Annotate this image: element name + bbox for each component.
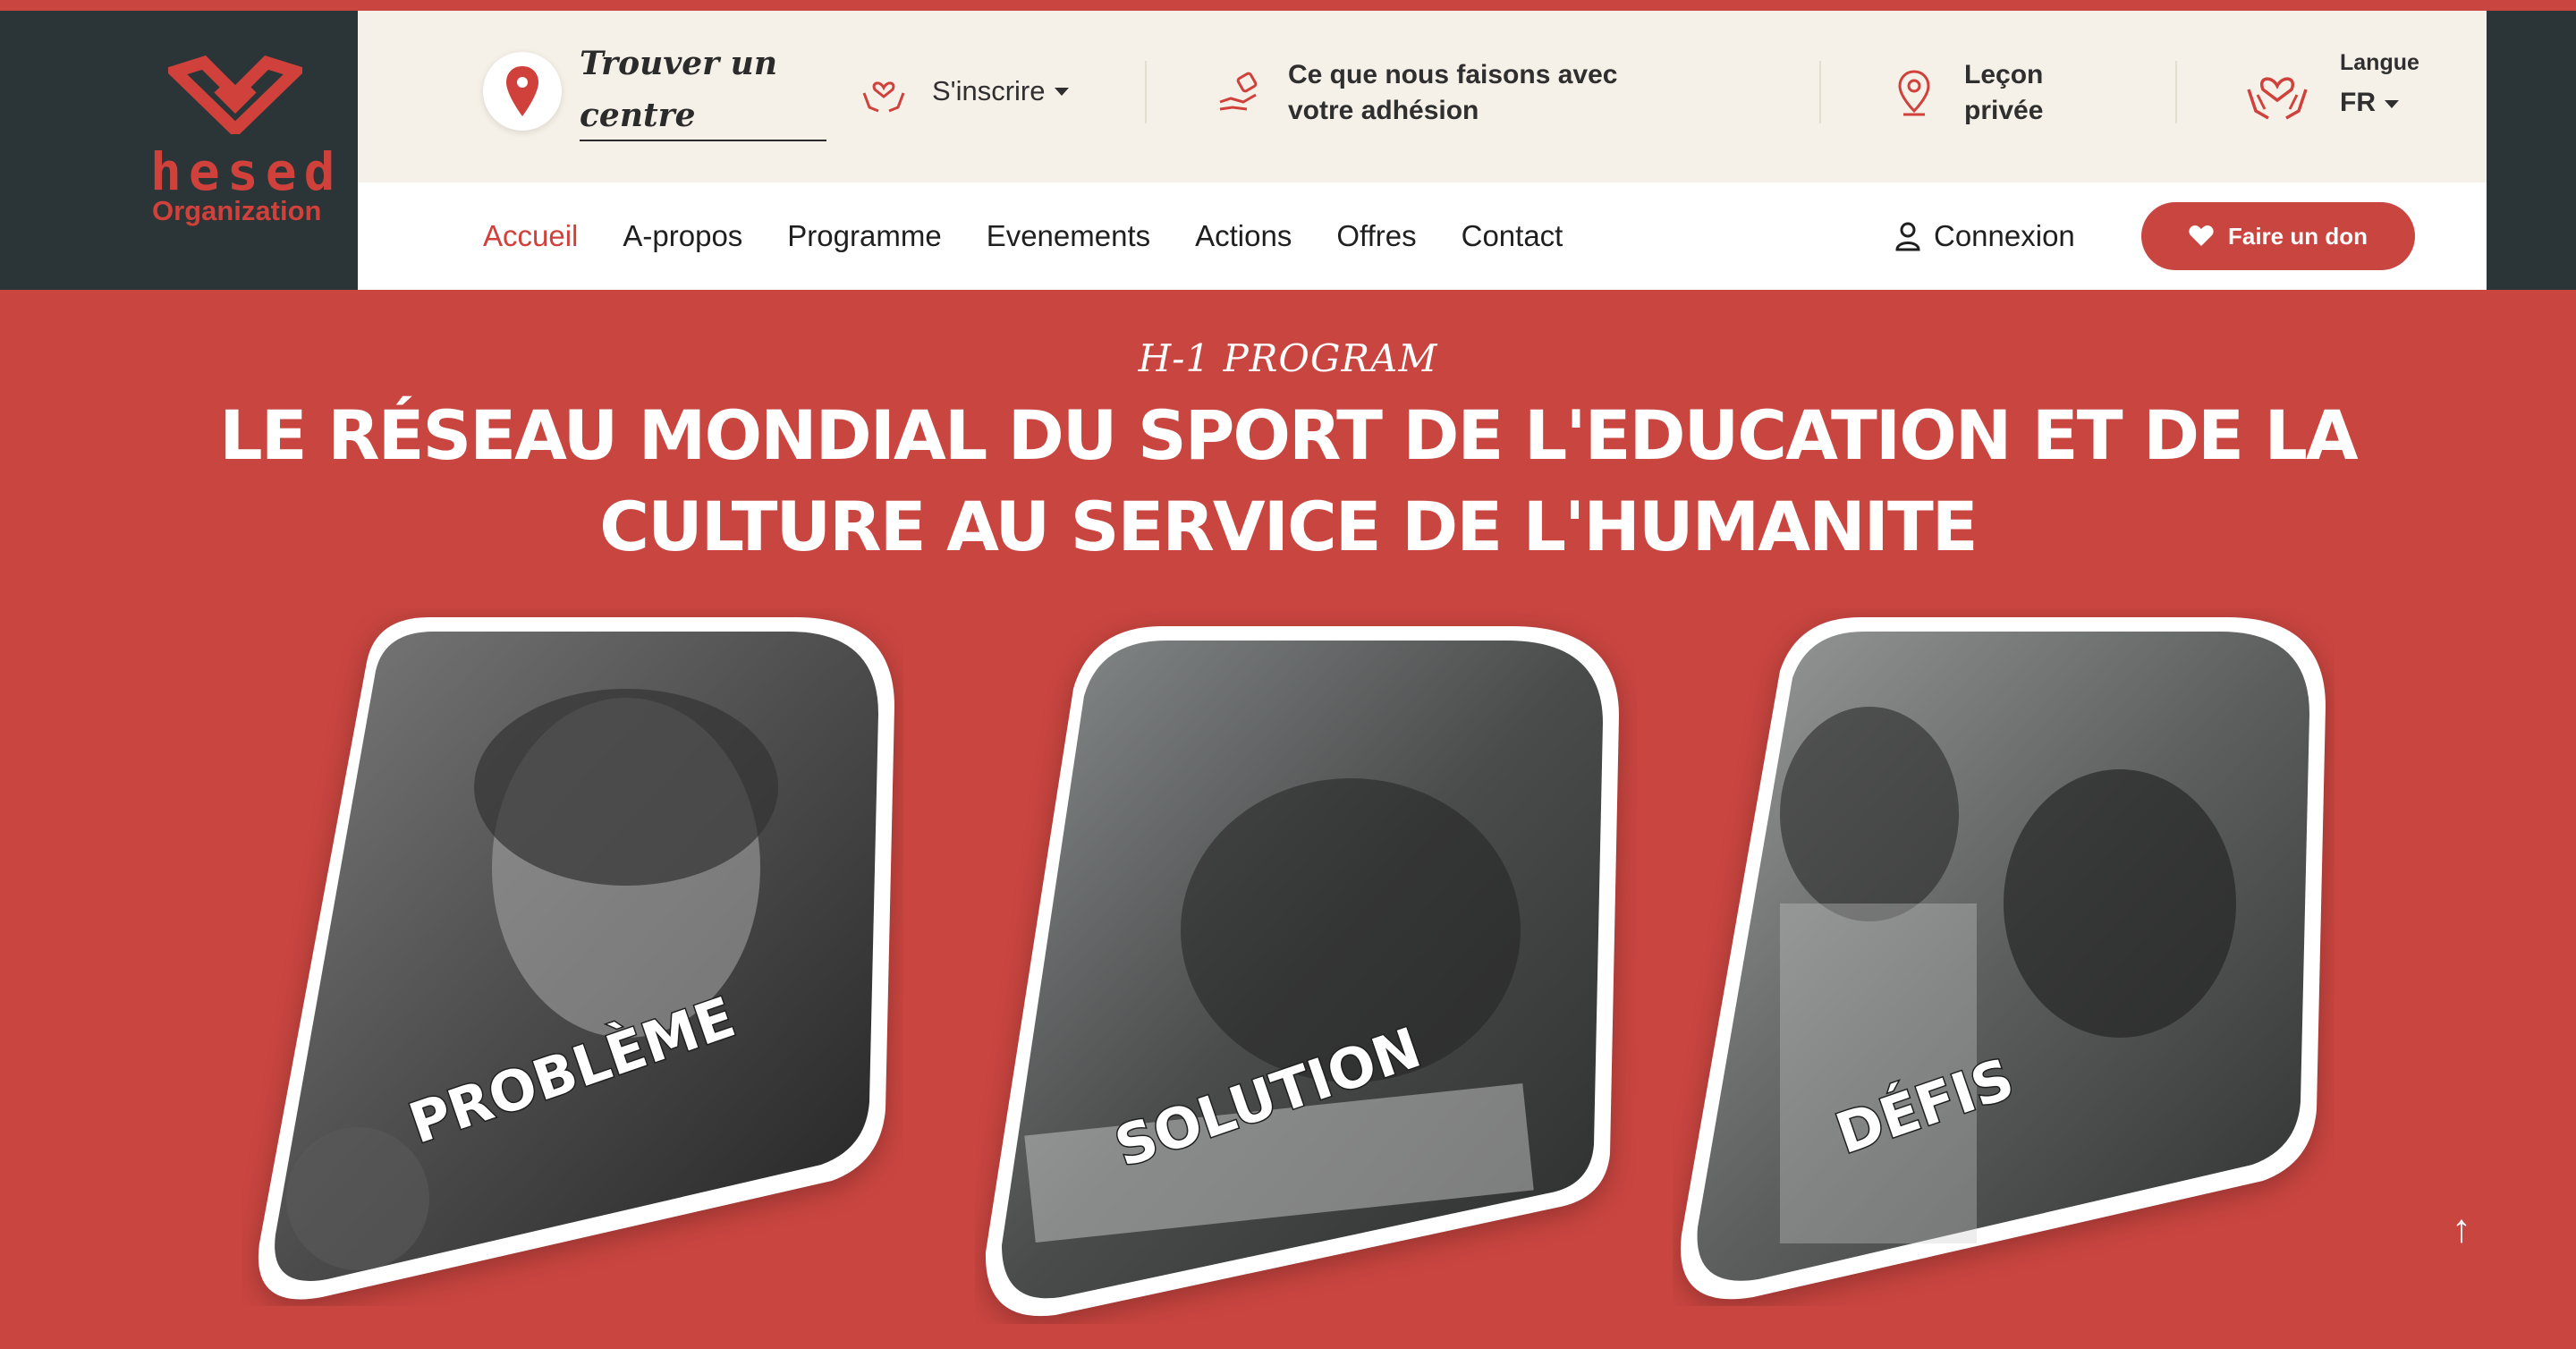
- hand-giving-icon: [1219, 72, 1258, 111]
- membership-label: Ce que nous faisons avec votre adhésion: [1288, 60, 1618, 125]
- arrow-up-icon[interactable]: ↑: [2445, 1208, 2478, 1251]
- language-value: FR: [2340, 88, 2376, 117]
- donate-label: Faire un don: [2228, 222, 2368, 250]
- private-lesson-link[interactable]: Leçon privée: [1894, 57, 2073, 129]
- heart-icon: [2189, 225, 2214, 246]
- hero-kicker: H-1 PROGRAM: [1138, 336, 1438, 380]
- language-label: Langue: [2340, 50, 2419, 75]
- location-pin-outline-icon: [1898, 70, 1930, 116]
- hero-title-line1: LE RÉSEAU MONDIAL DU SPORT DE L'EDUCATIO…: [219, 395, 2358, 475]
- membership-link[interactable]: Ce que nous faisons avec votre adhésion: [1216, 57, 1682, 129]
- nav-item-actions[interactable]: Actions: [1195, 211, 1292, 261]
- brand-logo[interactable]: hesed Organization: [143, 54, 335, 233]
- map-pin-icon: [506, 66, 538, 116]
- language-icon-wrap: [2245, 63, 2309, 123]
- heart-logo-icon: [168, 55, 302, 134]
- login-label: Connexion: [1934, 219, 2075, 252]
- main-nav: Accueil A-propos Programme Evenements Ac…: [483, 211, 1607, 261]
- find-center-line2: centre: [580, 97, 696, 134]
- hands-heart-icon: [2247, 77, 2308, 120]
- user-icon: [1895, 222, 1920, 251]
- card-defis[interactable]: DÉFIS: [1673, 608, 2334, 1306]
- private-lesson-label: Leçon privée: [1964, 60, 2044, 125]
- signup-dropdown[interactable]: S'inscrire: [860, 68, 1069, 115]
- find-center-pin-button[interactable]: [483, 52, 562, 131]
- hands-heart-icon: [862, 81, 905, 113]
- card-solution[interactable]: SOLUTION: [975, 608, 1637, 1324]
- nav-item-offres[interactable]: Offres: [1336, 211, 1416, 261]
- signup-label: S'inscrire: [932, 75, 1046, 106]
- nav-item-contact[interactable]: Contact: [1462, 211, 1563, 261]
- divider: [1819, 61, 1821, 123]
- card-probleme[interactable]: PROBLÈME: [242, 608, 903, 1306]
- brand-subtitle: Organization: [152, 195, 322, 226]
- chevron-down-icon: [2385, 99, 2399, 108]
- brand-name: hesed: [150, 141, 343, 202]
- boy-writing-photo: [985, 626, 1619, 1317]
- hero-title: LE RÉSEAU MONDIAL DU SPORT DE L'EDUCATIO…: [215, 390, 2361, 573]
- girl-smiling-photo: [258, 617, 894, 1300]
- nav-item-a-propos[interactable]: A-propos: [623, 211, 742, 261]
- find-center-input[interactable]: Trouver un centre: [580, 38, 826, 141]
- donate-button[interactable]: Faire un don: [2141, 202, 2415, 270]
- divider: [1145, 61, 1147, 123]
- nav-item-programme[interactable]: Programme: [787, 211, 941, 261]
- nav-item-accueil[interactable]: Accueil: [483, 211, 578, 261]
- chevron-down-icon: [1054, 87, 1069, 96]
- top-strip: [0, 0, 2576, 11]
- nav-item-evenements[interactable]: Evenements: [987, 211, 1150, 261]
- divider: [2175, 61, 2177, 123]
- hero-title-line2: CULTURE AU SERVICE DE L'HUMANITE: [599, 487, 1978, 566]
- children-smiling-photo: [1681, 617, 2326, 1300]
- login-link[interactable]: Connexion: [1894, 211, 2075, 261]
- right-panel: [2487, 11, 2576, 290]
- find-center-line1: Trouver un: [580, 45, 777, 82]
- language-select[interactable]: FR: [2340, 88, 2399, 118]
